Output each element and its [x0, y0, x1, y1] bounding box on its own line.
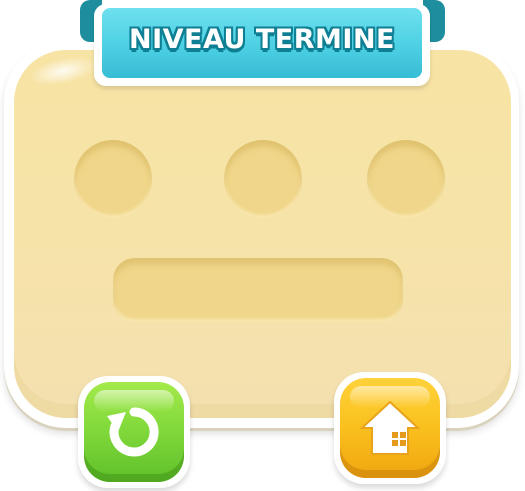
home-icon — [359, 400, 421, 455]
star-slot-1 — [74, 140, 152, 218]
replay-button[interactable] — [78, 376, 190, 488]
star-slot-2 — [224, 140, 302, 218]
home-button[interactable] — [334, 372, 446, 484]
star-slot-3 — [367, 140, 445, 218]
home-button-face[interactable] — [340, 378, 440, 478]
score-slot — [113, 258, 403, 322]
level-complete-panel — [14, 50, 511, 418]
replay-button-face[interactable] — [84, 382, 184, 482]
dialog-title: NIVEAU TERMINE — [129, 23, 395, 55]
replay-icon — [107, 407, 159, 457]
